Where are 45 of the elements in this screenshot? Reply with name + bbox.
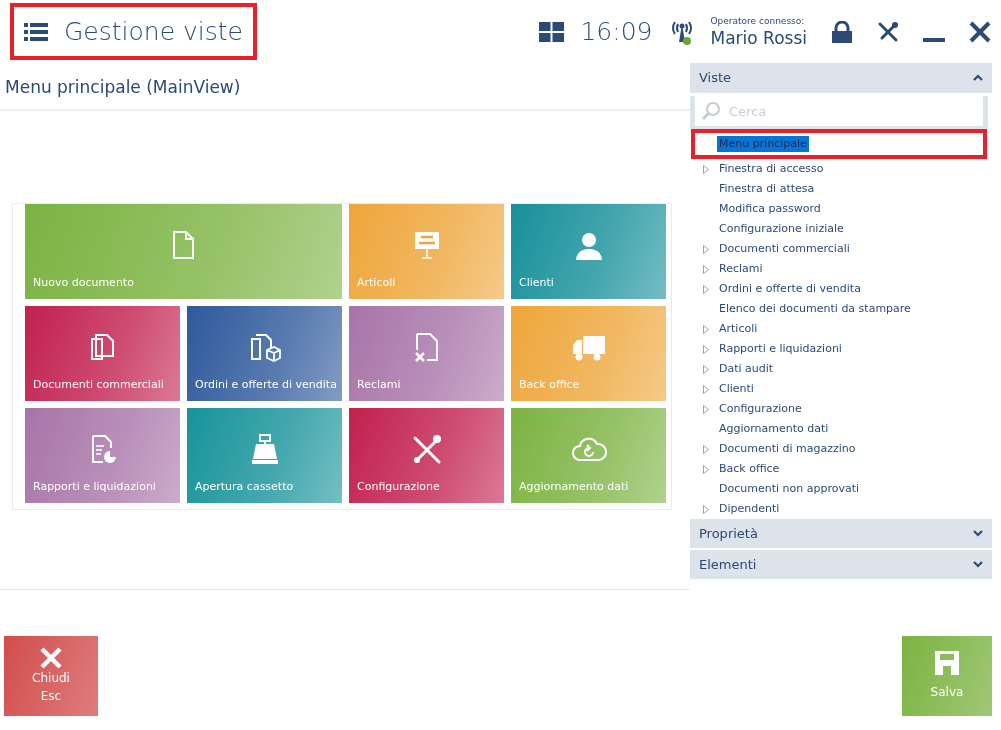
panel-title: Elementi: [699, 555, 757, 574]
menu-tile[interactable]: Configurazione: [349, 407, 504, 503]
clock-time: 16:09: [580, 15, 653, 48]
tree-item[interactable]: Finestra di accesso: [717, 160, 826, 178]
panel-header[interactable]: Proprietà: [690, 519, 992, 548]
tree-item[interactable]: Dati audit: [717, 360, 776, 378]
tree-item[interactable]: Back office: [717, 460, 782, 478]
collapse-chevron-icon[interactable]: [973, 74, 983, 81]
search-icon: [701, 101, 721, 121]
close-icon: [40, 647, 62, 669]
tree-item[interactable]: Finestra di attesa: [717, 180, 817, 198]
tree-item[interactable]: Dipendenti: [717, 500, 782, 518]
expand-chevron-icon[interactable]: [973, 561, 983, 568]
expand-chevron-icon[interactable]: [973, 530, 983, 537]
tree-item[interactable]: Configurazione: [717, 400, 804, 418]
windows-grid-icon[interactable]: [539, 21, 565, 42]
tools-icon[interactable]: [877, 20, 899, 43]
tree-item[interactable]: Reclami: [717, 260, 765, 278]
expand-triangle-icon[interactable]: [703, 164, 709, 174]
tree-item[interactable]: Elenco dei documenti da stampare: [717, 300, 913, 318]
panel-title: Viste: [699, 68, 732, 87]
save-icon: [935, 651, 959, 675]
close-button[interactable]: Chiudi Esc: [4, 636, 98, 716]
panel-header[interactable]: Elementi: [690, 550, 992, 579]
tree-item[interactable]: Clienti: [717, 380, 756, 398]
lock-icon[interactable]: [831, 20, 853, 43]
tree-item[interactable]: Modifica password: [717, 200, 823, 218]
menu-icon[interactable]: [24, 22, 48, 41]
tree-item[interactable]: Rapporti e liquidazioni: [717, 340, 844, 358]
expand-triangle-icon[interactable]: [703, 504, 709, 514]
tree-item[interactable]: Configurazione iniziale: [717, 220, 846, 238]
tree-item[interactable]: Ordini e offerte di vendita: [717, 280, 863, 298]
operator-name: Mario Rossi: [710, 28, 807, 48]
tree-item[interactable]: Aggiornamento dati: [717, 420, 831, 438]
tree-item[interactable]: Documenti non approvati: [717, 480, 862, 498]
view-title: Menu principale (MainView): [0, 63, 690, 111]
tree-item[interactable]: Documenti di magazzino: [717, 440, 858, 458]
menu-tile[interactable]: Documenti commerciali: [25, 305, 180, 401]
operator-label: Operatore connesso:: [710, 15, 806, 29]
panel-title: Proprietà: [699, 524, 758, 543]
close-icon[interactable]: [969, 20, 991, 43]
menu-tile[interactable]: Ordini e offerte di vendita: [187, 305, 342, 401]
tree-item[interactable]: Articoli: [717, 320, 760, 338]
screen-title: Gestione viste: [64, 15, 243, 48]
tree-item[interactable]: Documenti commerciali: [717, 240, 852, 258]
